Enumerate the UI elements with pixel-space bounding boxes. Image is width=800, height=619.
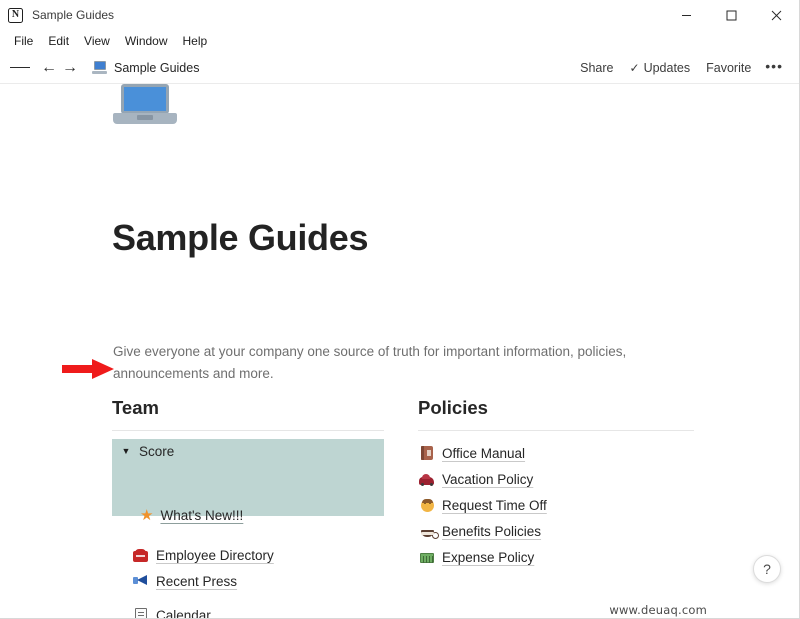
book-icon xyxy=(418,446,435,460)
page-description[interactable]: Give everyone at your company one source… xyxy=(113,341,633,385)
menu-help[interactable]: Help xyxy=(176,33,216,49)
policies-divider xyxy=(418,430,694,431)
policies-heading: Policies xyxy=(418,397,488,418)
maximize-button[interactable] xyxy=(709,0,754,30)
toggle-score[interactable]: ▼ Score xyxy=(112,440,175,462)
megaphone-icon xyxy=(132,574,149,588)
notion-window: N Sample Guides File Edit View Window He… xyxy=(0,0,800,619)
whats-new-label: What's New!!! xyxy=(160,507,244,523)
forward-arrow-icon[interactable]: → xyxy=(61,58,79,78)
page-content: Sample Guides Give everyone at your comp… xyxy=(0,84,799,618)
toggle-score-label: Score xyxy=(139,443,175,459)
link-employee-directory[interactable]: Employee Directory xyxy=(132,542,384,568)
team-links: Employee Directory Recent Press Calendar xyxy=(132,542,384,619)
menu-file[interactable]: File xyxy=(7,33,41,49)
page-title[interactable]: Sample Guides xyxy=(112,217,368,259)
laptop-icon xyxy=(92,61,107,74)
window-title: Sample Guides xyxy=(32,8,115,22)
link-vacation-policy[interactable]: Vacation Policy xyxy=(418,466,694,492)
link-expense-policy[interactable]: Expense Policy xyxy=(418,544,694,570)
team-column: Team ▼ Score ★ What's New!!! Employee Di… xyxy=(112,397,384,618)
telephone-icon xyxy=(132,548,149,562)
money-icon xyxy=(418,551,435,563)
link-request-time-off[interactable]: Request Time Off xyxy=(418,492,694,518)
window-controls xyxy=(664,0,799,30)
help-button[interactable]: ? xyxy=(753,555,781,583)
watermark: www.deuaq.com xyxy=(609,603,707,617)
check-icon: ✓ xyxy=(629,60,640,75)
link-office-manual[interactable]: Office Manual xyxy=(418,440,694,466)
star-icon: ★ xyxy=(140,506,154,524)
link-whats-new[interactable]: ★ What's New!!! xyxy=(140,504,243,526)
menu-edit[interactable]: Edit xyxy=(41,33,77,49)
page-icon xyxy=(132,608,149,618)
menubar: File Edit View Window Help xyxy=(0,30,799,52)
notion-logo-icon: N xyxy=(8,7,23,23)
car-icon xyxy=(418,473,435,486)
office-manual-label: Office Manual xyxy=(442,445,526,461)
laptop-emoji-icon[interactable] xyxy=(113,84,177,132)
share-button[interactable]: Share xyxy=(572,58,621,78)
link-recent-press[interactable]: Recent Press xyxy=(132,568,384,594)
policies-column: Policies Office Manual Vacation Policy R… xyxy=(418,397,694,570)
toolbar-actions: Share ✓ Updates Favorite ••• xyxy=(572,57,789,79)
link-benefits-policies[interactable]: Benefits Policies xyxy=(418,518,694,544)
calendar-label: Calendar xyxy=(156,607,211,619)
coffee-icon xyxy=(418,526,439,539)
back-arrow-icon[interactable]: ← xyxy=(40,58,58,78)
favorite-button[interactable]: Favorite xyxy=(698,58,759,78)
more-options-icon[interactable]: ••• xyxy=(759,57,789,79)
updates-button[interactable]: ✓ Updates xyxy=(622,58,699,78)
team-divider xyxy=(112,430,384,431)
app-toolbar: ← → Sample Guides Share ✓ Updates Favorit… xyxy=(0,52,799,84)
benefits-policies-label: Benefits Policies xyxy=(442,523,542,539)
face-icon xyxy=(418,498,435,512)
minimize-button[interactable] xyxy=(664,0,709,30)
team-heading: Team xyxy=(112,397,159,418)
window-titlebar: N Sample Guides xyxy=(0,0,799,30)
hamburger-icon[interactable] xyxy=(10,58,31,78)
updates-label: Updates xyxy=(643,60,691,75)
recent-press-label: Recent Press xyxy=(156,573,238,589)
employee-directory-label: Employee Directory xyxy=(156,547,274,563)
close-button[interactable] xyxy=(754,0,799,30)
request-time-off-label: Request Time Off xyxy=(442,497,547,513)
menu-window[interactable]: Window xyxy=(118,33,176,49)
link-calendar[interactable]: Calendar xyxy=(132,602,384,619)
vacation-policy-label: Vacation Policy xyxy=(442,471,534,487)
expense-policy-label: Expense Policy xyxy=(442,549,535,565)
menu-view[interactable]: View xyxy=(77,33,118,49)
chevron-down-icon[interactable]: ▼ xyxy=(118,446,134,456)
breadcrumb[interactable]: Sample Guides xyxy=(114,61,199,75)
